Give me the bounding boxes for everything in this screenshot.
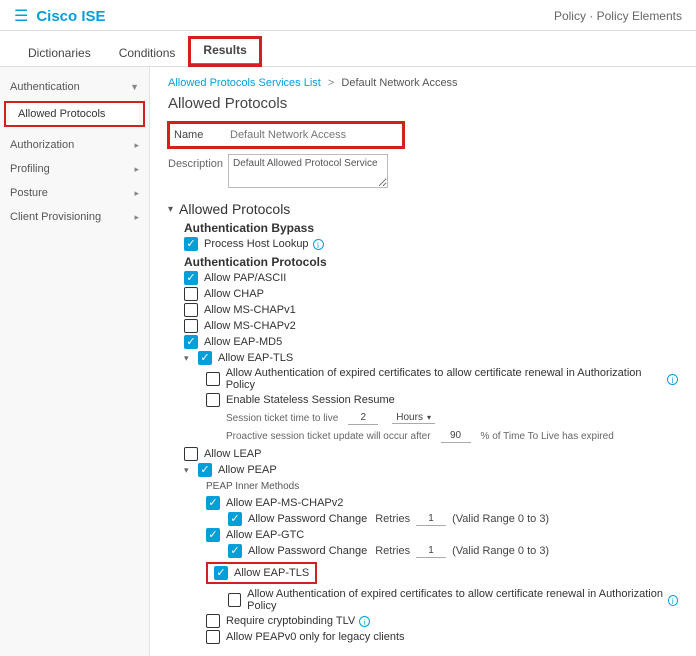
checkbox-eap-gtc[interactable] xyxy=(206,528,220,542)
tab-dictionaries[interactable]: Dictionaries xyxy=(14,40,105,66)
info-icon[interactable]: i xyxy=(668,595,678,606)
sidebar-item-posture[interactable]: Posture ▸ xyxy=(0,181,149,205)
sidebar-item-label: Posture xyxy=(10,187,48,199)
checkbox-stateless-resume[interactable] xyxy=(206,393,220,407)
sidebar-item-label: Profiling xyxy=(10,163,50,175)
sidebar-item-client-provisioning[interactable]: Client Provisioning ▸ xyxy=(0,205,149,229)
checkbox-require-cryptobinding[interactable] xyxy=(206,614,220,628)
tab-results[interactable]: Results xyxy=(189,37,260,66)
checkbox-label: Allow EAP-TLS xyxy=(234,567,309,579)
sidebar-item-authentication[interactable]: Authentication ▼ xyxy=(0,75,149,99)
subhead-peap-inner: PEAP Inner Methods xyxy=(206,481,678,492)
checkbox-allow-peap[interactable] xyxy=(198,463,212,477)
name-field[interactable]: Default Network Access xyxy=(222,126,398,144)
checkbox-label: Allow PAP/ASCII xyxy=(204,272,286,284)
retries-value-1[interactable] xyxy=(416,512,446,526)
checkbox-allow-pap[interactable] xyxy=(184,271,198,285)
checkbox-label: Require cryptobinding TLV xyxy=(226,615,355,627)
ticket-ttl-value[interactable] xyxy=(348,411,378,425)
checkbox-label: Allow MS-CHAPv1 xyxy=(204,304,296,316)
checkbox-label: Process Host Lookup xyxy=(204,238,309,250)
checkbox-label: Allow MS-CHAPv2 xyxy=(204,320,296,332)
retries-label: Retries xyxy=(375,545,410,557)
checkbox-allow-leap[interactable] xyxy=(184,447,198,461)
name-label: Name xyxy=(174,129,222,141)
chevron-right-icon: ▸ xyxy=(134,212,139,223)
chevron-right-icon: ▸ xyxy=(134,188,139,199)
page-title: Allowed Protocols xyxy=(168,95,678,112)
checkbox-label: Allow LEAP xyxy=(204,448,261,460)
ticket-ttl-unit[interactable]: Hours▾ xyxy=(392,412,435,424)
checkbox-label: Allow CHAP xyxy=(204,288,264,300)
checkbox-allow-chap[interactable] xyxy=(184,287,198,301)
collapse-toggle[interactable]: ▾ xyxy=(184,465,194,476)
collapse-toggle[interactable]: ▾ xyxy=(184,353,194,364)
checkbox-expired-cert-renew[interactable] xyxy=(206,372,220,386)
proactive-value[interactable] xyxy=(441,429,471,443)
brand-title: Cisco ISE xyxy=(36,8,105,25)
page-path: Policy · Policy Elements xyxy=(554,9,682,23)
checkbox-label: Enable Stateless Session Resume xyxy=(226,394,395,406)
section-title: Allowed Protocols xyxy=(179,201,290,217)
checkbox-allow-mschapv2[interactable] xyxy=(184,319,198,333)
breadcrumb-parent[interactable]: Allowed Protocols Services List xyxy=(168,77,321,89)
checkbox-label: Allow EAP-GTC xyxy=(226,529,304,541)
proactive-label-post: % of Time To Live has expired xyxy=(481,431,614,442)
info-icon[interactable]: i xyxy=(359,616,370,627)
breadcrumb: Allowed Protocols Services List > Defaul… xyxy=(168,77,678,89)
retries-range: (Valid Range 0 to 3) xyxy=(452,545,549,557)
sidebar-item-authorization[interactable]: Authorization ▸ xyxy=(0,133,149,157)
chevron-down-icon: ▼ xyxy=(130,82,139,92)
checkbox-allow-eaptls[interactable] xyxy=(198,351,212,365)
menu-icon[interactable]: ☰ xyxy=(14,6,28,26)
retries-label: Retries xyxy=(375,513,410,525)
checkbox-label: Allow PEAP xyxy=(218,464,277,476)
ticket-ttl-label: Session ticket time to live xyxy=(226,413,338,424)
retries-range: (Valid Range 0 to 3) xyxy=(452,513,549,525)
breadcrumb-current: Default Network Access xyxy=(341,77,457,89)
checkbox-allow-password-change-1[interactable] xyxy=(228,512,242,526)
sidebar-item-allowed-protocols[interactable]: Allowed Protocols xyxy=(10,103,139,125)
collapse-toggle[interactable]: ▾ xyxy=(168,204,173,215)
sidebar-item-label: Client Provisioning xyxy=(10,211,101,223)
subhead-auth-bypass: Authentication Bypass xyxy=(184,221,678,235)
checkbox-expired-cert-renew-2[interactable] xyxy=(228,593,241,607)
checkbox-allow-password-change-2[interactable] xyxy=(228,544,242,558)
checkbox-label: Allow PEAPv0 only for legacy clients xyxy=(226,631,405,643)
checkbox-label: Allow Authentication of expired certific… xyxy=(247,588,663,612)
chevron-right-icon: ▸ xyxy=(134,140,139,151)
checkbox-label: Allow Password Change xyxy=(248,545,367,557)
description-field[interactable]: Default Allowed Protocol Service xyxy=(228,154,388,188)
checkbox-process-host-lookup[interactable] xyxy=(184,237,198,251)
checkbox-label: Allow EAP-MS-CHAPv2 xyxy=(226,497,343,509)
sidebar-item-label: Authentication xyxy=(10,81,80,93)
tab-conditions[interactable]: Conditions xyxy=(105,40,190,66)
checkbox-label: Allow Authentication of expired certific… xyxy=(226,367,664,391)
checkbox-label: Allow Password Change xyxy=(248,513,367,525)
checkbox-allow-eapmd5[interactable] xyxy=(184,335,198,349)
info-icon[interactable]: i xyxy=(313,239,324,250)
proactive-label-pre: Proactive session ticket update will occ… xyxy=(226,431,431,442)
checkbox-label: Allow EAP-MD5 xyxy=(204,336,282,348)
checkbox-peap-mschapv2[interactable] xyxy=(206,496,220,510)
subhead-auth-protocols: Authentication Protocols xyxy=(184,255,678,269)
checkbox-peapv0-legacy[interactable] xyxy=(206,630,220,644)
checkbox-allow-mschapv1[interactable] xyxy=(184,303,198,317)
sidebar-item-profiling[interactable]: Profiling ▸ xyxy=(0,157,149,181)
checkbox-inner-eap-tls[interactable] xyxy=(214,566,228,580)
sidebar-item-label: Authorization xyxy=(10,139,74,151)
description-label: Description xyxy=(168,154,228,170)
retries-value-2[interactable] xyxy=(416,544,446,558)
chevron-right-icon: ▸ xyxy=(134,164,139,175)
checkbox-label: Allow EAP-TLS xyxy=(218,352,293,364)
info-icon[interactable]: i xyxy=(667,374,678,385)
